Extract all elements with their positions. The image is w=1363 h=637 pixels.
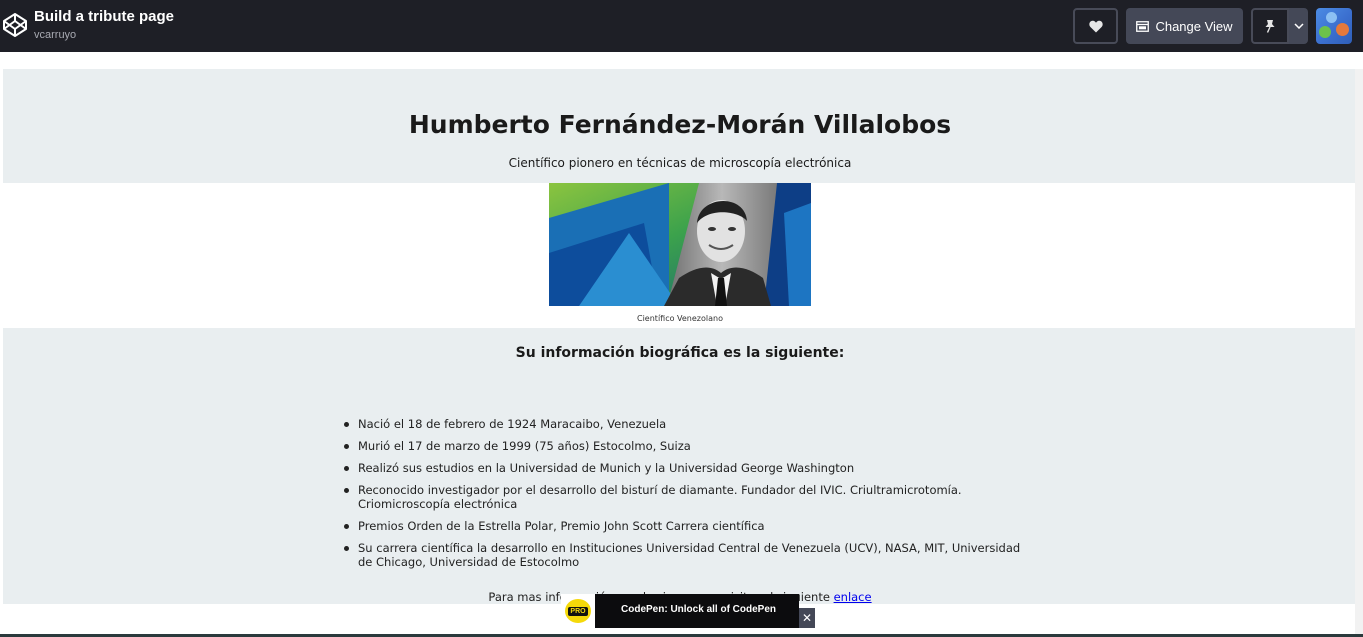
codepen-header: Build a tribute page vcarruyo Change Vie…: [0, 0, 1363, 52]
codepen-logo-icon[interactable]: [2, 12, 28, 38]
heart-button[interactable]: [1073, 8, 1118, 44]
pin-button[interactable]: [1251, 8, 1289, 44]
more-info-link[interactable]: enlace: [834, 590, 872, 604]
promo-text[interactable]: CodePen: Unlock all of CodePen: [621, 604, 776, 615]
layout-icon: [1136, 20, 1150, 32]
page-subtitle: Científico pionero en técnicas de micros…: [508, 156, 852, 170]
pen-title[interactable]: Build a tribute page: [34, 8, 174, 25]
image-caption: Científico Venezolano: [637, 314, 723, 323]
page-title: Humberto Fernández-Morán Villalobos: [408, 110, 952, 139]
bio-heading: Su información biográfica es la siguient…: [515, 345, 845, 361]
list-item: Su carrera científica la desarrollo en I…: [344, 541, 1030, 569]
chevron-down-icon: [1293, 23, 1304, 29]
list-item: Realizó sus estudios en la Universidad d…: [344, 461, 1030, 475]
pin-dropdown-button[interactable]: [1289, 8, 1308, 44]
list-item: Reconocido investigador por el desarroll…: [344, 483, 1030, 511]
portrait-image: [549, 183, 811, 306]
pro-badge-label: PRO: [568, 606, 588, 616]
change-view-label: Change View: [1155, 18, 1233, 34]
pin-icon: [1265, 20, 1275, 33]
list-item: Premios Orden de la Estrella Polar, Prem…: [344, 519, 1030, 533]
pro-promo-banner[interactable]: PRO CodePen: Unlock all of CodePen: [561, 594, 799, 628]
pen-preview: Humberto Fernández-Morán Villalobos Cien…: [0, 52, 1363, 637]
change-view-button[interactable]: Change View: [1126, 8, 1243, 44]
pen-author[interactable]: vcarruyo: [34, 29, 76, 41]
list-item: Murió el 17 de marzo de 1999 (75 años) E…: [344, 439, 1030, 453]
list-item: Nació el 18 de febrero de 1924 Maracaibo…: [344, 417, 1030, 431]
close-icon[interactable]: ✕: [799, 608, 815, 628]
user-avatar[interactable]: [1316, 8, 1352, 44]
pro-badge: PRO: [565, 599, 591, 623]
bio-list: Nació el 18 de febrero de 1924 Maracaibo…: [344, 417, 1030, 577]
heart-icon: [1088, 20, 1103, 32]
